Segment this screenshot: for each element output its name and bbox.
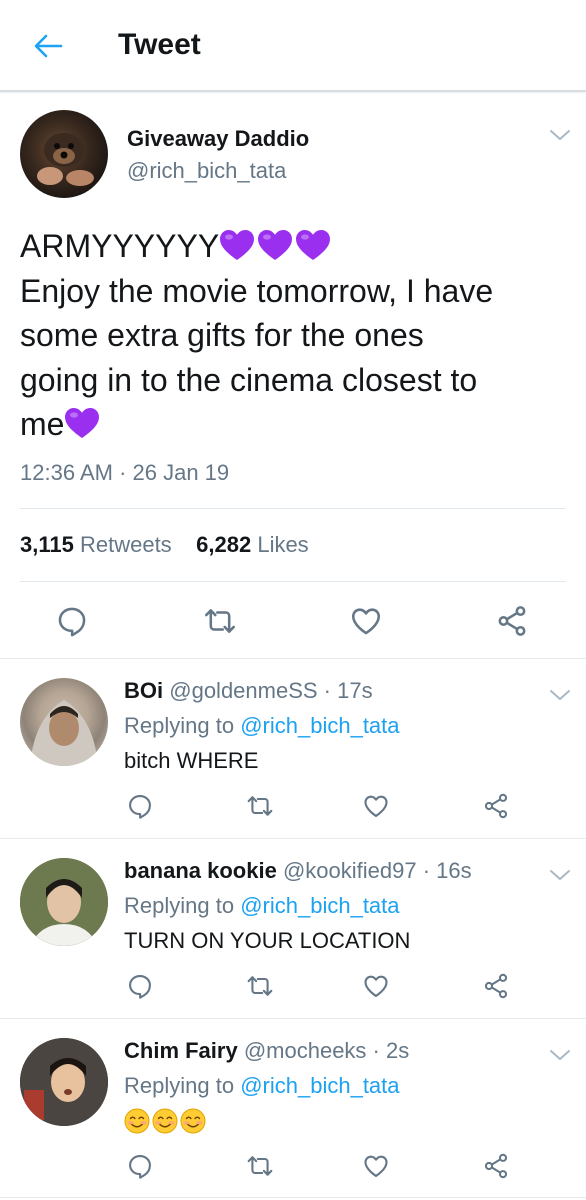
divider — [0, 1018, 586, 1019]
purple-heart-emoji-icon — [295, 229, 331, 261]
replying-to: Replying to @rich_bich_tata — [124, 1073, 400, 1099]
smiling-face-emoji-icon — [152, 1108, 178, 1134]
chevron-down-icon[interactable] — [549, 868, 571, 882]
likes-label: Likes — [257, 532, 309, 557]
share-icon[interactable] — [490, 599, 534, 643]
reply-author-meta[interactable]: @goldenmeSS · 17s — [169, 678, 372, 703]
tweet-text-line: Enjoy the movie tomorrow, I have — [20, 272, 494, 309]
page-title: Tweet — [118, 28, 201, 61]
share-icon[interactable] — [480, 1150, 512, 1182]
reply-icon[interactable] — [124, 1150, 156, 1182]
tweet-text-line: some extra gifts for the ones — [20, 317, 424, 353]
divider — [0, 658, 586, 659]
reply-actions — [0, 970, 586, 1004]
reply-author-name[interactable]: BOi — [124, 678, 163, 703]
retweet-icon[interactable] — [198, 599, 242, 643]
tweet-text-line: me — [20, 406, 65, 442]
reply-actions — [0, 790, 586, 824]
avatar[interactable] — [20, 110, 108, 198]
tweet-text-line: going in to the cinema closest to — [20, 361, 478, 398]
likes-count: 6,282 — [196, 532, 252, 557]
reply-text — [124, 1108, 208, 1135]
purple-heart-emoji-icon — [219, 229, 255, 261]
chevron-down-icon[interactable] — [549, 128, 571, 142]
likes-stat[interactable]: 6,282 Likes — [196, 532, 309, 557]
tweet-timestamp[interactable]: 12:36 AM · 26 Jan 19 — [20, 460, 229, 486]
tweet-text-line: ARMYYYYYY — [20, 228, 220, 264]
replying-to: Replying to @rich_bich_tata — [124, 713, 400, 739]
replying-to-label: Replying to — [124, 713, 235, 738]
reply-actions — [0, 1150, 586, 1184]
reply-author-name[interactable]: Chim Fairy — [124, 1038, 238, 1063]
reply-author-meta[interactable]: @kookified97 · 16s — [283, 858, 472, 883]
avatar[interactable] — [20, 678, 108, 766]
replying-to-label: Replying to — [124, 1073, 235, 1098]
replying-to-handle-link[interactable]: @rich_bich_tata — [240, 893, 399, 918]
tweet-stats: 3,115 Retweets 6,282 Likes — [20, 532, 309, 558]
replying-to: Replying to @rich_bich_tata — [124, 893, 400, 919]
tweet-text: ARMYYYYYY Enjoy the movie tomorrow, I ha… — [20, 224, 560, 447]
like-icon[interactable] — [360, 970, 392, 1002]
reply-tweet[interactable]: BOi @goldenmeSS · 17s Replying to @rich_… — [0, 660, 586, 840]
chevron-down-icon[interactable] — [549, 1048, 571, 1062]
smiling-face-emoji-icon — [180, 1108, 206, 1134]
like-icon[interactable] — [360, 1150, 392, 1182]
divider — [20, 508, 566, 509]
smiling-face-emoji-icon — [124, 1108, 150, 1134]
divider — [0, 838, 586, 839]
author-name[interactable]: Giveaway Daddio — [127, 126, 309, 152]
top-app-bar: Tweet — [0, 0, 586, 92]
reply-author-meta[interactable]: @mocheeks · 2s — [244, 1038, 409, 1063]
reply-header: banana kookie @kookified97 · 16s — [124, 858, 472, 884]
retweet-icon[interactable] — [244, 1150, 276, 1182]
main-tweet: Giveaway Daddio @rich_bich_tata ARMYYYYY… — [0, 94, 586, 659]
reply-tweet[interactable]: Chim Fairy @mocheeks · 2s Replying to @r… — [0, 1020, 586, 1200]
reply-icon[interactable] — [124, 970, 156, 1002]
avatar[interactable] — [20, 858, 108, 946]
like-icon[interactable] — [360, 790, 392, 822]
reply-icon[interactable] — [50, 599, 94, 643]
chevron-down-icon[interactable] — [549, 688, 571, 702]
retweets-count: 3,115 — [20, 532, 74, 557]
replying-to-label: Replying to — [124, 893, 235, 918]
retweets-stat[interactable]: 3,115 Retweets — [20, 532, 172, 557]
share-icon[interactable] — [480, 790, 512, 822]
reply-header: Chim Fairy @mocheeks · 2s — [124, 1038, 409, 1064]
reply-icon[interactable] — [124, 790, 156, 822]
reply-author-name[interactable]: banana kookie — [124, 858, 277, 883]
like-icon[interactable] — [344, 599, 388, 643]
purple-heart-emoji-icon — [257, 229, 293, 261]
replying-to-handle-link[interactable]: @rich_bich_tata — [240, 713, 399, 738]
divider — [20, 581, 566, 582]
replying-to-handle-link[interactable]: @rich_bich_tata — [240, 1073, 399, 1098]
retweet-icon[interactable] — [244, 790, 276, 822]
reply-text: bitch WHERE — [124, 748, 259, 773]
retweet-icon[interactable] — [244, 970, 276, 1002]
share-icon[interactable] — [480, 970, 512, 1002]
purple-heart-emoji-icon — [64, 407, 100, 439]
author-handle[interactable]: @rich_bich_tata — [127, 158, 286, 184]
reply-text: TURN ON YOUR LOCATION — [124, 928, 411, 953]
avatar[interactable] — [20, 1038, 108, 1126]
reply-header: BOi @goldenmeSS · 17s — [124, 678, 373, 704]
arrow-left-icon[interactable] — [28, 28, 68, 64]
divider — [0, 1197, 586, 1198]
reply-tweet[interactable]: banana kookie @kookified97 · 16s Replyin… — [0, 840, 586, 1020]
tweet-actions — [0, 599, 586, 643]
retweets-label: Retweets — [79, 532, 172, 557]
